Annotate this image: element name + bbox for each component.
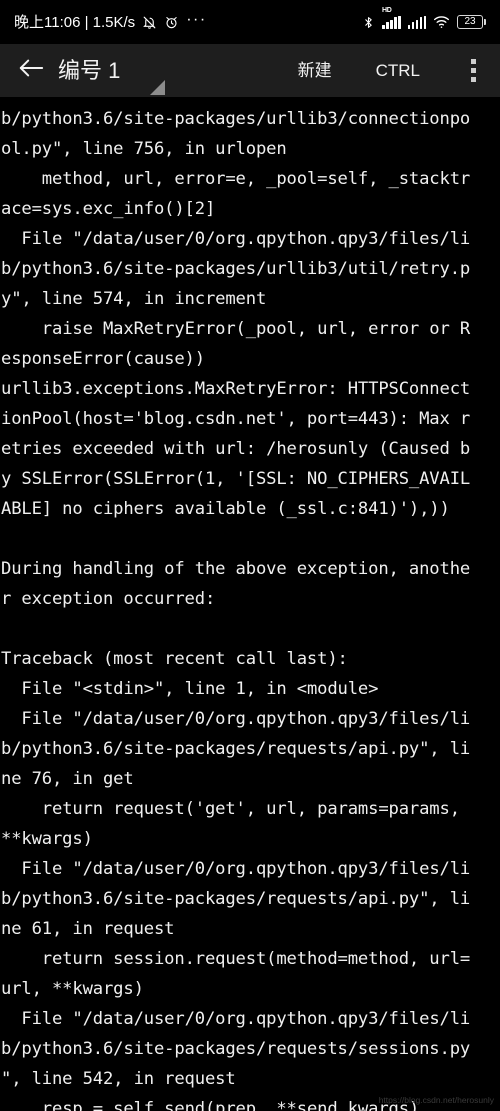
menu-dot (470, 59, 476, 64)
back-button[interactable] (14, 54, 48, 88)
new-session-button[interactable]: 新建 (298, 62, 332, 79)
phone-screen: 晚上11:06 | 1.5K/s ··· HD 23 编号 1 新建 CTRL … (0, 0, 500, 1111)
hd-label: HD (382, 6, 392, 14)
session-title-wrap[interactable]: 编号 1 (58, 44, 298, 97)
bell-muted-icon (142, 15, 157, 30)
signal-bars-primary (382, 15, 401, 29)
ctrl-key-button[interactable]: CTRL (376, 62, 420, 79)
status-time-network: 晚上11:06 | 1.5K/s (14, 13, 136, 31)
menu-dot (470, 68, 476, 73)
terminal-console[interactable]: b/python3.6/site-packages/urllib3/connec… (0, 97, 500, 1111)
status-more-icon: ··· (186, 11, 207, 28)
alarm-clock-icon (164, 15, 179, 30)
resize-handle-icon[interactable] (150, 80, 165, 95)
wifi-icon (433, 15, 450, 29)
app-toolbar: 编号 1 新建 CTRL (0, 44, 500, 97)
battery-cap (484, 19, 486, 25)
terminal-output-text: b/python3.6/site-packages/urllib3/connec… (1, 109, 471, 1111)
signal-bars-icon: HD (382, 7, 401, 29)
battery-level: 23 (464, 16, 476, 27)
signal-bars-secondary-icon (407, 15, 426, 29)
status-bar-left: 晚上11:06 | 1.5K/s ··· (14, 12, 207, 32)
watermark-text: https://blog.csdn.net/herosunly (378, 1095, 494, 1105)
battery-body: 23 (457, 15, 483, 29)
three-dot-menu-icon[interactable] (462, 53, 484, 89)
status-bar: 晚上11:06 | 1.5K/s ··· HD 23 (0, 0, 500, 44)
page-title: 编号 1 (58, 57, 121, 83)
battery-icon: 23 (457, 15, 486, 29)
back-arrow-icon (18, 57, 44, 84)
bluetooth-icon (362, 15, 375, 30)
status-bar-right: HD 23 (362, 7, 486, 30)
menu-dot (470, 77, 476, 82)
